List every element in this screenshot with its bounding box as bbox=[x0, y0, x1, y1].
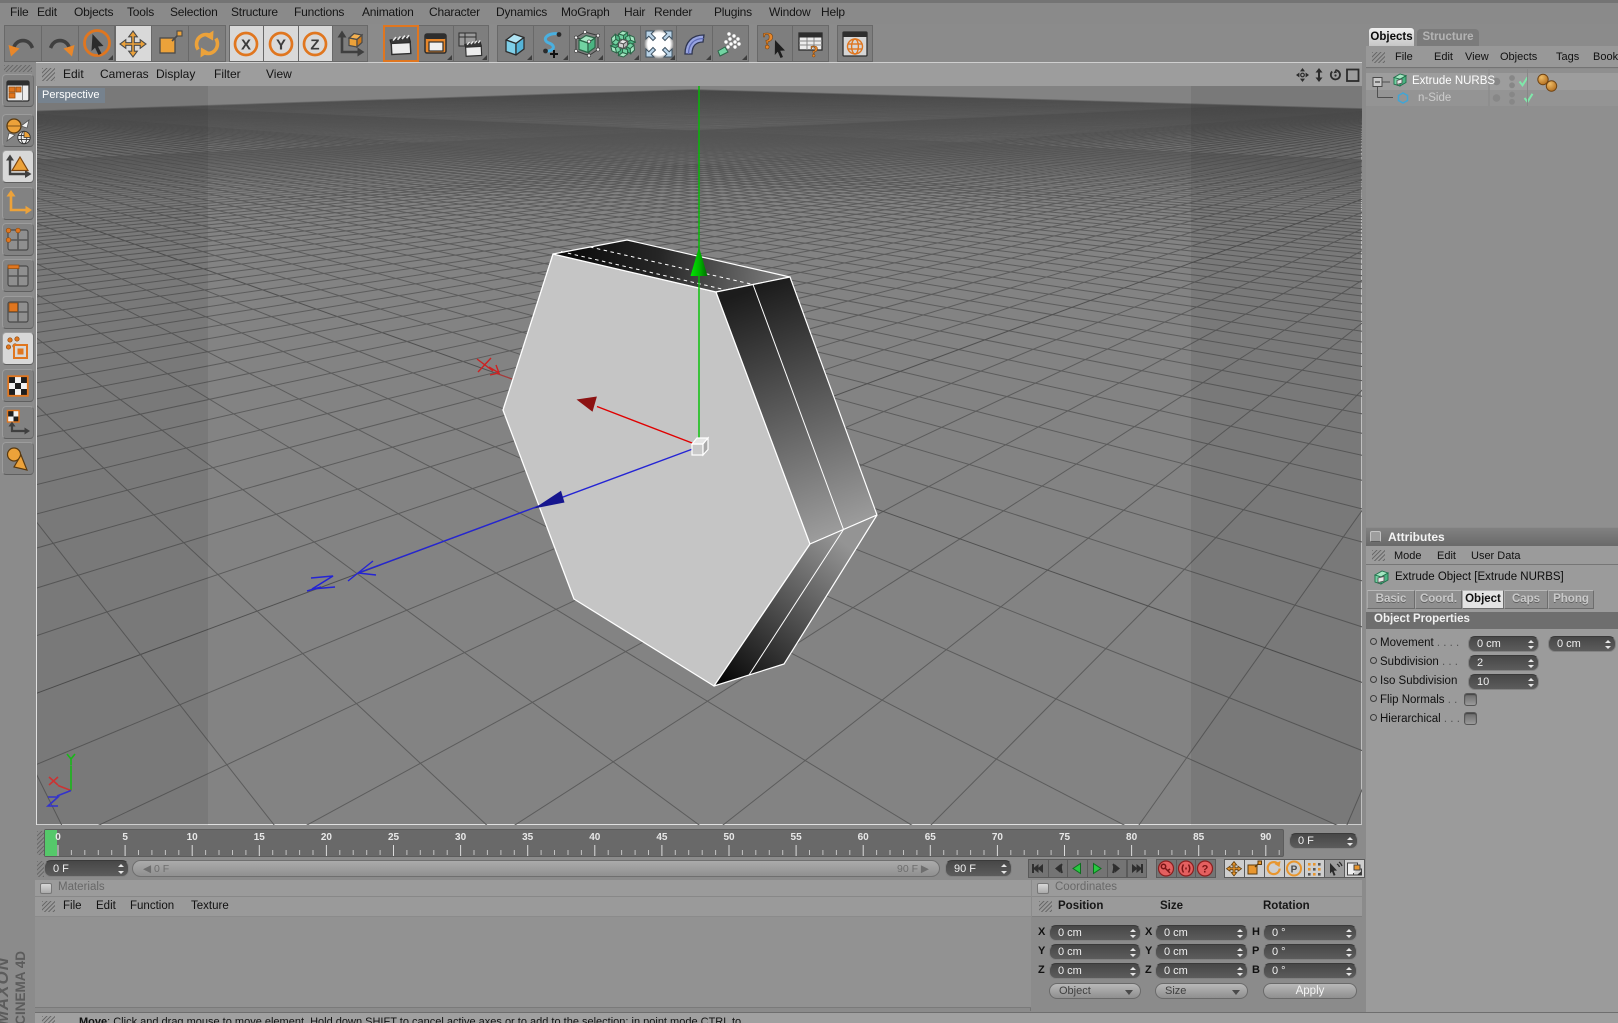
svg-text:?: ? bbox=[810, 42, 819, 58]
svg-text:Z: Z bbox=[311, 36, 320, 53]
svg-text:Y: Y bbox=[276, 36, 286, 53]
svg-text:X: X bbox=[241, 36, 251, 53]
svg-text:P: P bbox=[1291, 865, 1298, 876]
svg-text:?: ? bbox=[762, 30, 774, 55]
svg-text:?: ? bbox=[1202, 864, 1209, 876]
